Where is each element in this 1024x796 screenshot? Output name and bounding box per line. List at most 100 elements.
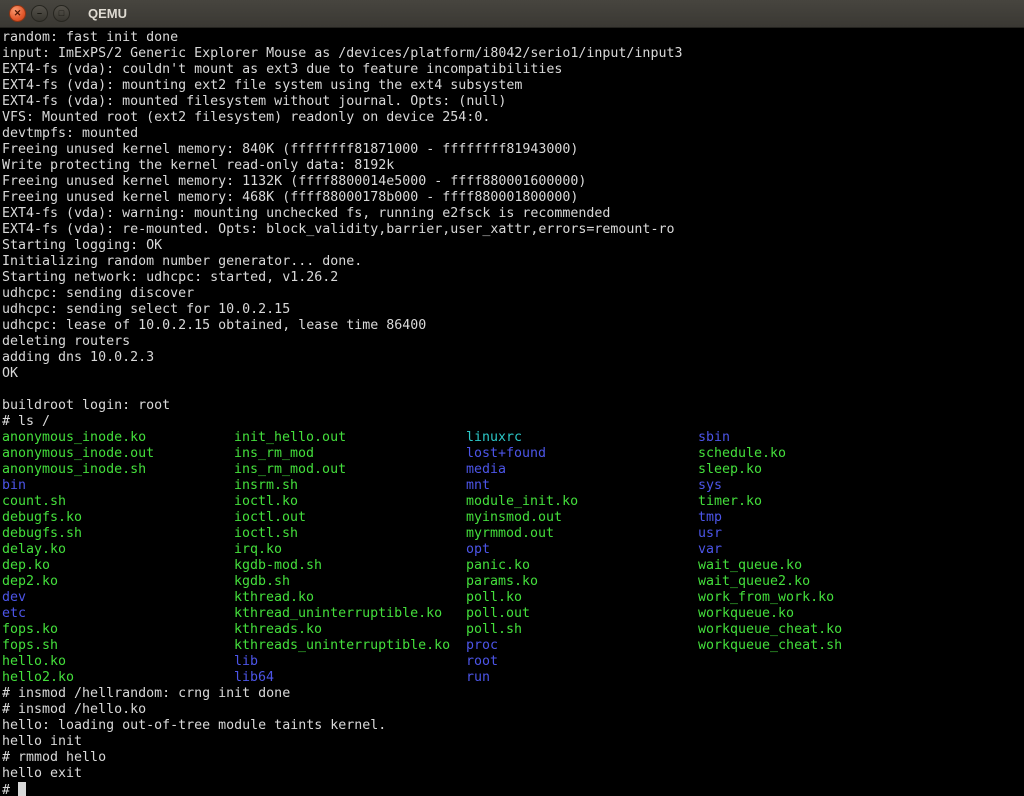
ls-row: debugfs.shioctl.shmyrmmod.outusr <box>2 526 1024 542</box>
ls-row: anonymous_inode.outins_rm_modlost+founds… <box>2 446 1024 462</box>
ls-directory-entry: lost+found <box>466 446 698 462</box>
terminal-line: # insmod /hello.ko <box>2 702 1024 718</box>
ls-directory-entry: proc <box>466 638 698 654</box>
terminal-line: EXT4-fs (vda): mounting ext2 file system… <box>2 78 1024 94</box>
ls-file-entry: anonymous_inode.out <box>2 446 234 462</box>
close-button[interactable]: ✕ <box>9 5 26 22</box>
ls-file-entry: ins_rm_mod.out <box>234 462 466 478</box>
ls-file-entry: work_from_work.ko <box>698 590 930 606</box>
ls-file-entry: workqueue.ko <box>698 606 930 622</box>
ls-directory-entry: root <box>466 654 698 670</box>
ls-row: anonymous_inode.shins_rm_mod.outmediasle… <box>2 462 1024 478</box>
terminal-line: deleting routers <box>2 334 1024 350</box>
ls-directory-entry: tmp <box>698 510 930 526</box>
terminal-line: Freeing unused kernel memory: 1132K (fff… <box>2 174 1024 190</box>
ls-directory-entry: sbin <box>698 430 930 446</box>
ls-directory-entry: sys <box>698 478 930 494</box>
title-bar[interactable]: ✕ – □ QEMU <box>0 0 1024 28</box>
ls-file-entry: poll.ko <box>466 590 698 606</box>
tail-log: # insmod /hellrandom: crng init done# in… <box>2 686 1024 782</box>
terminal-line: udhcpc: lease of 10.0.2.15 obtained, lea… <box>2 318 1024 334</box>
maximize-button[interactable]: □ <box>53 5 70 22</box>
terminal-line: EXT4-fs (vda): mounted filesystem withou… <box>2 94 1024 110</box>
ls-row: delay.koirq.kooptvar <box>2 542 1024 558</box>
ls-file-entry: debugfs.sh <box>2 526 234 542</box>
ls-file-entry: ioctl.sh <box>234 526 466 542</box>
ls-directory-entry: run <box>466 670 698 686</box>
ls-row: devkthread.kopoll.kowork_from_work.ko <box>2 590 1024 606</box>
ls-row: fops.kokthreads.kopoll.shworkqueue_cheat… <box>2 622 1024 638</box>
maximize-icon: □ <box>59 9 64 18</box>
ls-file-entry: delay.ko <box>2 542 234 558</box>
terminal-line: VFS: Mounted root (ext2 filesystem) read… <box>2 110 1024 126</box>
terminal-line: hello exit <box>2 766 1024 782</box>
terminal-line: Freeing unused kernel memory: 840K (ffff… <box>2 142 1024 158</box>
terminal-line: EXT4-fs (vda): couldn't mount as ext3 du… <box>2 62 1024 78</box>
terminal-screen[interactable]: random: fast init doneinput: ImExPS/2 Ge… <box>0 28 1024 796</box>
ls-file-entry: insrm.sh <box>234 478 466 494</box>
ls-file-entry: anonymous_inode.ko <box>2 430 234 446</box>
ls-directory-entry: etc <box>2 606 234 622</box>
ls-output: anonymous_inode.koinit_hello.outlinuxrcs… <box>2 430 1024 686</box>
window-title: QEMU <box>88 6 127 21</box>
ls-directory-entry: mnt <box>466 478 698 494</box>
ls-file-entry: poll.sh <box>466 622 698 638</box>
ls-file-entry: hello2.ko <box>2 670 234 686</box>
login-line: buildroot login: root <box>2 398 1024 414</box>
ls-file-entry: fops.ko <box>2 622 234 638</box>
ls-file-entry: hello.ko <box>2 654 234 670</box>
boot-log: random: fast init doneinput: ImExPS/2 Ge… <box>2 30 1024 398</box>
ls-row: fops.shkthreads_uninterruptible.koprocwo… <box>2 638 1024 654</box>
terminal-line: EXT4-fs (vda): re-mounted. Opts: block_v… <box>2 222 1024 238</box>
ls-file-entry: ins_rm_mod <box>234 446 466 462</box>
ls-file-entry: ioctl.out <box>234 510 466 526</box>
ls-file-entry: kthreads.ko <box>234 622 466 638</box>
ls-file-entry: kthread.ko <box>234 590 466 606</box>
ls-directory-entry: opt <box>466 542 698 558</box>
ls-file-entry: kgdb-mod.sh <box>234 558 466 574</box>
ls-file-entry: myinsmod.out <box>466 510 698 526</box>
prompt-line: # <box>2 782 1024 796</box>
minimize-button[interactable]: – <box>31 5 48 22</box>
ls-command-line: # ls / <box>2 414 1024 430</box>
minimize-icon: – <box>37 9 42 18</box>
ls-file-entry: init_hello.out <box>234 430 466 446</box>
ls-file-entry: module_init.ko <box>466 494 698 510</box>
close-icon: ✕ <box>14 9 22 18</box>
ls-row: debugfs.koioctl.outmyinsmod.outtmp <box>2 510 1024 526</box>
ls-file-entry: kthread_uninterruptible.ko <box>234 606 466 622</box>
terminal-line: Initializing random number generator... … <box>2 254 1024 270</box>
terminal-line: Starting network: udhcpc: started, v1.26… <box>2 270 1024 286</box>
terminal-line: hello: loading out-of-tree module taints… <box>2 718 1024 734</box>
ls-directory-entry: media <box>466 462 698 478</box>
ls-file-entry: fops.sh <box>2 638 234 654</box>
terminal-line: input: ImExPS/2 Generic Explorer Mouse a… <box>2 46 1024 62</box>
terminal-line: udhcpc: sending select for 10.0.2.15 <box>2 302 1024 318</box>
terminal-line <box>2 382 1024 398</box>
ls-file-entry: wait_queue.ko <box>698 558 930 574</box>
ls-directory-entry: var <box>698 542 930 558</box>
ls-file-entry: timer.ko <box>698 494 930 510</box>
ls-file-entry: myrmmod.out <box>466 526 698 542</box>
ls-directory-entry: usr <box>698 526 930 542</box>
terminal-line: # rmmod hello <box>2 750 1024 766</box>
terminal-line: # insmod /hellrandom: crng init done <box>2 686 1024 702</box>
ls-file-entry: irq.ko <box>234 542 466 558</box>
terminal-line: random: fast init done <box>2 30 1024 46</box>
qemu-window: ✕ – □ QEMU random: fast init doneinput: … <box>0 0 1024 796</box>
ls-file-entry: anonymous_inode.sh <box>2 462 234 478</box>
terminal-line: hello init <box>2 734 1024 750</box>
ls-directory-entry: lib64 <box>234 670 466 686</box>
ls-directory-entry: dev <box>2 590 234 606</box>
ls-file-entry: kgdb.sh <box>234 574 466 590</box>
ls-file-entry: schedule.ko <box>698 446 930 462</box>
ls-file-entry: debugfs.ko <box>2 510 234 526</box>
terminal-line: Starting logging: OK <box>2 238 1024 254</box>
ls-file-entry: dep.ko <box>2 558 234 574</box>
ls-file-entry: poll.out <box>466 606 698 622</box>
ls-row: bininsrm.shmntsys <box>2 478 1024 494</box>
terminal-line: devtmpfs: mounted <box>2 126 1024 142</box>
terminal-line: adding dns 10.0.2.3 <box>2 350 1024 366</box>
ls-row: dep2.kokgdb.shparams.kowait_queue2.ko <box>2 574 1024 590</box>
ls-file-entry: workqueue_cheat.sh <box>698 638 930 654</box>
